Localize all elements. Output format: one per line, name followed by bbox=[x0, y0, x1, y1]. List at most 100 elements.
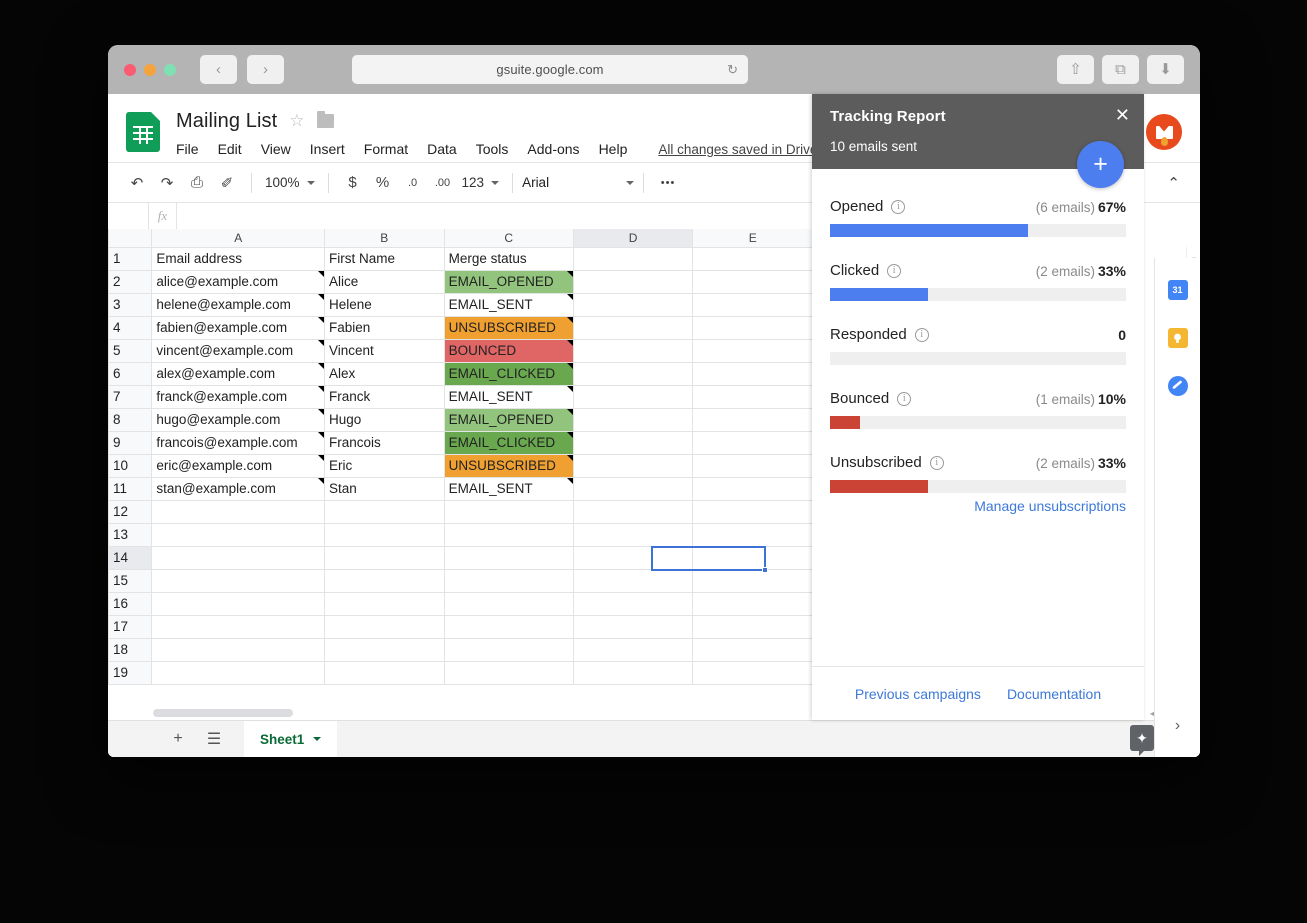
number-format-selector[interactable]: 123 bbox=[458, 175, 504, 190]
undo-button[interactable]: ↶ bbox=[122, 169, 152, 197]
cell-B14[interactable] bbox=[323, 545, 445, 570]
cell-E12[interactable] bbox=[692, 499, 814, 524]
cell-E10[interactable] bbox=[692, 453, 814, 478]
cell-B13[interactable] bbox=[323, 522, 445, 547]
decrease-decimal-button[interactable]: .0 bbox=[398, 169, 428, 197]
cell-A1[interactable]: Email address bbox=[151, 246, 325, 271]
cell-E13[interactable] bbox=[692, 522, 814, 547]
cell-E1[interactable] bbox=[692, 246, 814, 271]
downloads-button[interactable]: ⬇ bbox=[1147, 55, 1184, 84]
table-row[interactable]: 16 bbox=[108, 591, 919, 616]
menu-edit[interactable]: Edit bbox=[218, 141, 242, 157]
new-campaign-fab[interactable]: + bbox=[1077, 141, 1124, 188]
sheet-tab-sheet1[interactable]: Sheet1 bbox=[244, 720, 338, 757]
table-row[interactable]: 9 francois@example.com Francois EMAIL_CLICK… bbox=[108, 430, 919, 455]
cell-D2[interactable] bbox=[572, 269, 694, 294]
menu-file[interactable]: File bbox=[176, 141, 199, 157]
cell-E7[interactable] bbox=[692, 384, 814, 409]
chevron-down-icon[interactable] bbox=[313, 737, 322, 741]
cell-D11[interactable] bbox=[572, 476, 694, 501]
column-header-e[interactable]: E bbox=[692, 229, 814, 248]
cell-E9[interactable] bbox=[692, 430, 814, 455]
cell-E15[interactable] bbox=[692, 568, 814, 593]
cell-E17[interactable] bbox=[692, 614, 814, 639]
cell-E16[interactable] bbox=[692, 591, 814, 616]
cell-C8[interactable]: EMAIL_OPENED bbox=[443, 407, 574, 432]
menu-format[interactable]: Format bbox=[364, 141, 408, 157]
cell-A3[interactable]: helene@example.com bbox=[151, 292, 325, 317]
cell-C18[interactable] bbox=[443, 637, 574, 662]
cell-E5[interactable] bbox=[692, 338, 814, 363]
cell-D10[interactable] bbox=[572, 453, 694, 478]
cell-B12[interactable] bbox=[323, 499, 445, 524]
row-header-3[interactable]: 3 bbox=[108, 292, 153, 317]
avatar[interactable] bbox=[1146, 114, 1182, 150]
cell-D9[interactable] bbox=[572, 430, 694, 455]
cell-C2[interactable]: EMAIL_OPENED bbox=[443, 269, 574, 294]
expand-rail-button[interactable]: › bbox=[1175, 717, 1180, 735]
documentation-link[interactable]: Documentation bbox=[1007, 686, 1101, 702]
cell-A9[interactable]: francois@example.com bbox=[151, 430, 325, 455]
cell-A7[interactable]: franck@example.com bbox=[151, 384, 325, 409]
column-header-c[interactable]: C bbox=[443, 229, 574, 248]
horizontal-scroll-thumb[interactable] bbox=[153, 709, 293, 717]
table-row[interactable]: 12 bbox=[108, 499, 919, 524]
table-row[interactable]: 18 bbox=[108, 637, 919, 662]
table-row[interactable]: 7 franck@example.com Franck EMAIL_SENT bbox=[108, 384, 919, 409]
row-header-16[interactable]: 16 bbox=[108, 591, 153, 616]
increase-decimal-button[interactable]: .00 bbox=[428, 169, 458, 197]
row-header-14[interactable]: 14 bbox=[108, 545, 153, 570]
cell-E3[interactable] bbox=[692, 292, 814, 317]
previous-campaigns-link[interactable]: Previous campaigns bbox=[855, 686, 981, 702]
share-page-button[interactable]: ⇧ bbox=[1057, 55, 1094, 84]
cell-E19[interactable] bbox=[692, 660, 814, 685]
cell-A12[interactable] bbox=[151, 499, 325, 524]
cell-B2[interactable]: Alice bbox=[323, 269, 445, 294]
cell-D6[interactable] bbox=[572, 361, 694, 386]
cell-C4[interactable]: UNSUBSCRIBED bbox=[443, 315, 574, 340]
table-row[interactable]: 19 bbox=[108, 660, 919, 685]
cell-B7[interactable]: Franck bbox=[323, 384, 445, 409]
menu-help[interactable]: Help bbox=[599, 141, 628, 157]
cell-D12[interactable] bbox=[572, 499, 694, 524]
menu-view[interactable]: View bbox=[261, 141, 291, 157]
cell-B1[interactable]: First Name bbox=[323, 246, 445, 271]
cell-C9[interactable]: EMAIL_CLICKED bbox=[443, 430, 574, 455]
cell-E8[interactable] bbox=[692, 407, 814, 432]
cell-D14[interactable] bbox=[572, 545, 694, 570]
cell-B16[interactable] bbox=[323, 591, 445, 616]
row-header-6[interactable]: 6 bbox=[108, 361, 153, 386]
cell-A14[interactable] bbox=[151, 545, 325, 570]
cell-C10[interactable]: UNSUBSCRIBED bbox=[443, 453, 574, 478]
row-header-11[interactable]: 11 bbox=[108, 476, 153, 501]
cell-D15[interactable] bbox=[572, 568, 694, 593]
cell-C13[interactable] bbox=[443, 522, 574, 547]
cell-A5[interactable]: vincent@example.com bbox=[151, 338, 325, 363]
row-header-2[interactable]: 2 bbox=[108, 269, 153, 294]
function-icon[interactable]: fx bbox=[149, 203, 176, 229]
cell-B6[interactable]: Alex bbox=[323, 361, 445, 386]
cell-D16[interactable] bbox=[572, 591, 694, 616]
cell-C5[interactable]: BOUNCED bbox=[443, 338, 574, 363]
table-row[interactable]: 14 bbox=[108, 545, 919, 570]
corner-select-all[interactable] bbox=[108, 229, 153, 248]
cell-C6[interactable]: EMAIL_CLICKED bbox=[443, 361, 574, 386]
cell-B3[interactable]: Helene bbox=[323, 292, 445, 317]
row-header-9[interactable]: 9 bbox=[108, 430, 153, 455]
collapse-toolbar-button[interactable]: ⌃ bbox=[1167, 174, 1186, 192]
cell-A18[interactable] bbox=[151, 637, 325, 662]
tasks-icon[interactable] bbox=[1167, 376, 1188, 396]
table-row[interactable]: 8 hugo@example.com Hugo EMAIL_OPENED bbox=[108, 407, 919, 432]
cell-C17[interactable] bbox=[443, 614, 574, 639]
cell-D1[interactable] bbox=[572, 246, 694, 271]
row-header-4[interactable]: 4 bbox=[108, 315, 153, 340]
column-header-d[interactable]: D bbox=[572, 229, 694, 248]
menu-addons[interactable]: Add-ons bbox=[527, 141, 579, 157]
print-button[interactable]: ⎙ bbox=[182, 169, 212, 197]
row-header-15[interactable]: 15 bbox=[108, 568, 153, 593]
cell-B17[interactable] bbox=[323, 614, 445, 639]
close-window-button[interactable] bbox=[124, 63, 136, 76]
cell-A2[interactable]: alice@example.com bbox=[151, 269, 325, 294]
menu-insert[interactable]: Insert bbox=[310, 141, 345, 157]
row-header-7[interactable]: 7 bbox=[108, 384, 153, 409]
